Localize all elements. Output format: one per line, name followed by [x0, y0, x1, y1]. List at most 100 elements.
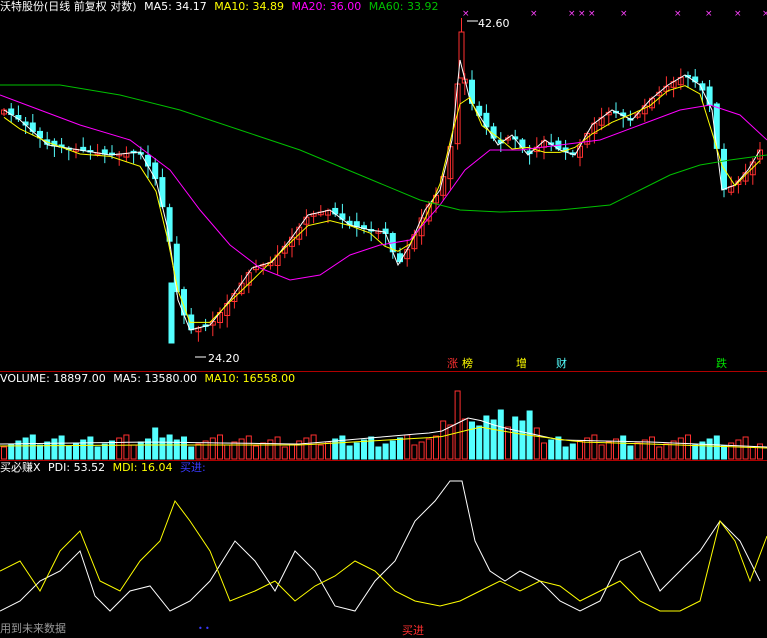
volume-bar [389, 440, 396, 460]
indicator-panel[interactable]: • • 买必赚X PDI: 53.52 MDI: 16.04 买进: 买进 [0, 461, 767, 638]
event-marker: × [588, 9, 596, 19]
event-marker: × [578, 9, 586, 19]
volume-ma10: MA10: 16558.00 [204, 372, 296, 385]
volume-bar [411, 444, 418, 460]
volume-bar [281, 446, 288, 460]
candle-body [397, 253, 403, 263]
volume-bar [548, 439, 555, 460]
ma60-legend: MA60: 33.92 [368, 0, 439, 13]
volume-bar [87, 436, 94, 460]
volume-bar [152, 427, 159, 460]
price-panel[interactable]: × × × × × × × × × × 沃特股份(日线 前复权 对数) MA5: 34.17 MA… [0, 0, 767, 372]
price-chart[interactable]: × × × × × × × × × × [0, 0, 767, 372]
volume-bar [569, 443, 576, 460]
candle-body [519, 139, 526, 149]
volume-bar [584, 437, 591, 460]
volume-bar [634, 442, 641, 460]
signal-dot: • [198, 624, 203, 633]
volume-bar [29, 434, 36, 460]
volume-bar [541, 442, 547, 460]
volume-bar [418, 441, 425, 460]
mdi-legend: MDI: 16.04 [112, 461, 173, 474]
volume-ma5-line [0, 417, 767, 448]
volume-bar [692, 444, 699, 460]
volume-bar [166, 434, 173, 460]
volume-value: VOLUME: 18897.00 [0, 372, 106, 385]
volume-bar [454, 390, 461, 460]
event-marker: × [462, 9, 470, 19]
mdi-line [0, 499, 767, 612]
volume-bar [562, 446, 569, 460]
badge-cai[interactable]: 财 [556, 357, 567, 370]
volume-bar [440, 420, 447, 460]
volume-bar [627, 445, 634, 460]
volume-bar [677, 437, 684, 460]
volume-bar [742, 436, 749, 460]
volume-bar [289, 443, 295, 460]
ma5-legend: MA5: 34.17 [144, 0, 207, 13]
volume-bar [656, 446, 663, 460]
volume-bar [274, 436, 281, 460]
volume-bar [209, 437, 216, 460]
indicator-legend: 买必赚X PDI: 53.52 MDI: 16.04 买进: [0, 461, 210, 475]
event-marker: × [620, 9, 628, 19]
volume-bar [613, 438, 619, 460]
volume-bar [353, 442, 360, 460]
volume-bar [641, 439, 648, 460]
indicator-name: 买必赚X [0, 461, 41, 474]
badge-bang[interactable]: 榜 [462, 357, 473, 370]
volume-bar [325, 441, 331, 460]
volume-bar [116, 437, 123, 460]
volume-bar [670, 440, 677, 460]
volume-bar [44, 441, 51, 460]
volume-bar [425, 438, 432, 460]
volume-bar [447, 424, 454, 460]
candle-body [145, 154, 151, 167]
ma10-line [3, 85, 761, 323]
event-marker: × [762, 9, 767, 19]
volume-bar [109, 440, 115, 460]
volume-bar [469, 421, 475, 460]
volume-bar [195, 443, 202, 460]
volume-legend: VOLUME: 18897.00 MA5: 13580.00 MA10: 165… [0, 372, 299, 386]
badge-zhang[interactable]: 涨 [447, 357, 458, 370]
high-price-label: 42.60 [478, 17, 510, 30]
volume-bar [1, 446, 7, 460]
volume-bar [332, 438, 339, 460]
future-data-note: 用到未来数据 [0, 622, 66, 635]
volume-bar [519, 420, 526, 460]
volume-bar [361, 439, 367, 460]
volume-bar [749, 446, 756, 460]
volume-bar [433, 435, 439, 460]
volume-bar [605, 441, 612, 460]
volume-bar [620, 435, 627, 460]
volume-bar [346, 445, 353, 460]
volume-bar [461, 418, 468, 460]
volume-bar [181, 436, 187, 460]
volume-bar [58, 435, 65, 460]
pdi-legend: PDI: 53.52 [48, 461, 106, 474]
volume-bar [598, 444, 605, 460]
volume-bar [685, 434, 691, 460]
ma5-line [3, 59, 761, 331]
volume-bar [497, 409, 504, 460]
price-legend: 沃特股份(日线 前复权 对数) MA5: 34.17 MA10: 34.89 M… [0, 0, 442, 14]
volume-panel[interactable]: VOLUME: 18897.00 MA5: 13580.00 MA10: 165… [0, 372, 767, 461]
volume-bar [721, 445, 727, 460]
volume-bar [368, 436, 375, 460]
volume-bar [663, 443, 670, 460]
volume-bar [397, 437, 403, 460]
volume-bar [159, 437, 166, 460]
indicator-chart[interactable]: • • [0, 461, 767, 638]
volume-bar [317, 444, 324, 460]
volume-bar [51, 438, 58, 460]
volume-bar [649, 436, 655, 460]
badge-zeng[interactable]: 增 [516, 357, 527, 370]
volume-bar [22, 437, 29, 460]
pdi-line [0, 480, 761, 612]
badge-die[interactable]: 跌 [716, 357, 727, 370]
volume-bar [303, 437, 310, 460]
volume-bar [253, 445, 259, 460]
volume-bar [37, 444, 43, 460]
volume-bar [245, 435, 252, 460]
